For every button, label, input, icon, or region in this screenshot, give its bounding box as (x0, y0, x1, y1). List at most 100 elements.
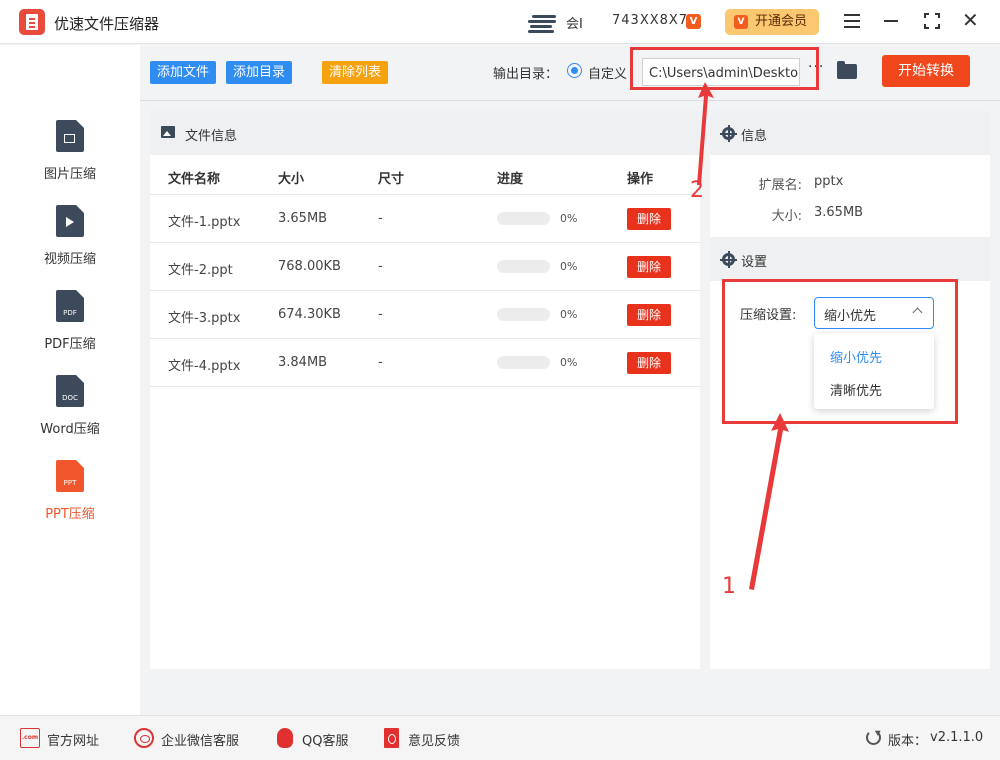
settings-header: 设置 (710, 237, 990, 281)
feedback-link[interactable]: 意见反馈 (408, 730, 460, 749)
sidebar-item-word[interactable]: DOC Word压缩 (0, 375, 140, 455)
vip-mini-icon: V (686, 14, 701, 29)
file-size: 674.30KB (278, 307, 341, 322)
doc-file-icon: DOC (56, 375, 84, 407)
start-convert-button[interactable]: 开始转换 (882, 55, 970, 87)
custom-radio[interactable] (567, 63, 582, 78)
delete-button[interactable]: 删除 (627, 304, 671, 326)
file-name: 文件-2.ppt (168, 263, 233, 278)
minimize-icon[interactable] (884, 20, 898, 22)
open-vip-button[interactable]: V 开通会员 (725, 9, 819, 35)
website-icon: .com (20, 728, 40, 748)
folder-icon[interactable] (837, 61, 857, 79)
image-file-icon (56, 120, 84, 152)
add-directory-button[interactable]: 添加目录 (226, 61, 293, 84)
progress-bar (497, 212, 550, 225)
file-dimension: - (378, 307, 383, 322)
official-website-link[interactable]: 官方网址 (47, 730, 99, 749)
wechat-support-link[interactable]: 企业微信客服 (161, 730, 239, 749)
sidebar: 图片压缩 视频压缩 PDF PDF压缩 DOC Word压缩 PPT PPT压缩 (0, 45, 140, 715)
close-icon[interactable]: ✕ (962, 10, 979, 30)
maximize-icon[interactable] (924, 13, 940, 29)
version-value: v2.1.1.0 (930, 730, 984, 745)
size-label: 大小: (771, 209, 802, 224)
feedback-icon (384, 728, 399, 748)
table-row[interactable]: 文件-3.pptx 674.30KB - 0% 删除 (150, 291, 700, 339)
menu-icon[interactable] (844, 14, 860, 28)
progress-bar (497, 356, 550, 369)
sidebar-item-label: 视频压缩 (43, 252, 96, 267)
sidebar-item-pdf[interactable]: PDF PDF压缩 (0, 290, 140, 370)
sidebar-item-label: PPT压缩 (45, 507, 95, 522)
delete-button[interactable]: 删除 (627, 352, 671, 374)
file-size: 768.00KB (278, 259, 341, 274)
app-title: 优速文件压缩器 (54, 15, 160, 33)
annotation-number-1: 1 (722, 574, 736, 599)
progress-text: 0% (560, 212, 578, 225)
col-header-progress: 进度 (497, 172, 524, 187)
title-bar: 优速文件压缩器 会I 743XX8X70 V V 开通会员 ✕ (0, 0, 1000, 44)
info-header: 信息 (710, 111, 990, 155)
settings-title: 设置 (741, 255, 768, 270)
qq-support-link[interactable]: QQ客服 (302, 730, 348, 749)
member-label: 会I (566, 17, 583, 32)
toolbar: 添加文件 添加目录 清除列表 输出目录： 自定义 C:\Users\admin\… (140, 45, 1000, 101)
output-dir-label: 输出目录： (493, 67, 559, 82)
annotation-box-1 (722, 279, 958, 424)
file-size: 3.84MB (278, 355, 328, 370)
app-logo-icon (19, 9, 45, 35)
file-dimension: - (378, 211, 383, 226)
file-name: 文件-3.pptx (168, 311, 241, 326)
file-size: 3.65MB (278, 211, 328, 226)
file-info-panel: 文件信息 文件名称 大小 尺寸 进度 操作 文件-1.pptx 3.65MB -… (150, 111, 700, 669)
footer: .com 官方网址 企业微信客服 QQ客服 意见反馈 版本： v2.1.1.0 (0, 715, 1000, 760)
annotation-number-2: 2 (690, 178, 704, 203)
user-id: 743XX8X70 (612, 13, 698, 28)
delete-button[interactable]: 删除 (627, 208, 671, 230)
extension-label: 扩展名: (758, 178, 802, 193)
open-vip-label: 开通会员 (755, 14, 808, 29)
col-header-name: 文件名称 (168, 172, 221, 187)
sidebar-item-label: 图片压缩 (43, 167, 96, 182)
user-avatar-icon[interactable] (528, 11, 558, 33)
file-name: 文件-4.pptx (168, 359, 241, 374)
sidebar-item-label: Word压缩 (40, 422, 100, 437)
delete-button[interactable]: 删除 (627, 256, 671, 278)
sidebar-item-video[interactable]: 视频压缩 (0, 205, 140, 285)
sidebar-item-image[interactable]: 图片压缩 (0, 120, 140, 200)
col-header-size: 大小 (278, 172, 305, 187)
file-dimension: - (378, 355, 383, 370)
refresh-icon[interactable] (866, 730, 881, 745)
vip-badge-icon: V (734, 15, 748, 29)
clear-list-button[interactable]: 清除列表 (322, 61, 389, 84)
size-value: 3.65MB (814, 205, 864, 220)
file-name: 文件-1.pptx (168, 215, 241, 230)
extension-value: pptx (814, 174, 844, 189)
wechat-icon (134, 728, 154, 748)
sidebar-item-ppt[interactable]: PPT PPT压缩 (0, 460, 140, 540)
gear-icon (720, 251, 737, 268)
table-row[interactable]: 文件-2.ppt 768.00KB - 0% 删除 (150, 243, 700, 291)
sidebar-item-label: PDF压缩 (44, 337, 96, 352)
gear-icon (720, 125, 737, 142)
file-info-header: 文件信息 (150, 111, 700, 155)
progress-bar (497, 260, 550, 273)
progress-text: 0% (560, 356, 578, 369)
col-header-dimension: 尺寸 (378, 172, 405, 187)
video-file-icon (56, 205, 84, 237)
version-label: 版本： (888, 734, 928, 749)
image-icon (161, 126, 175, 138)
progress-text: 0% (560, 260, 578, 273)
col-header-action: 操作 (627, 172, 654, 187)
info-title: 信息 (741, 129, 768, 144)
table-row[interactable]: 文件-4.pptx 3.84MB - 0% 删除 (150, 339, 700, 387)
qq-icon (277, 728, 293, 748)
progress-text: 0% (560, 308, 578, 321)
progress-bar (497, 308, 550, 321)
table-row[interactable]: 文件-1.pptx 3.65MB - 0% 删除 (150, 195, 700, 243)
pdf-file-icon: PDF (56, 290, 84, 322)
annotation-box-2 (630, 47, 819, 90)
file-info-title: 文件信息 (185, 129, 238, 144)
add-file-button[interactable]: 添加文件 (150, 61, 217, 84)
file-dimension: - (378, 259, 383, 274)
